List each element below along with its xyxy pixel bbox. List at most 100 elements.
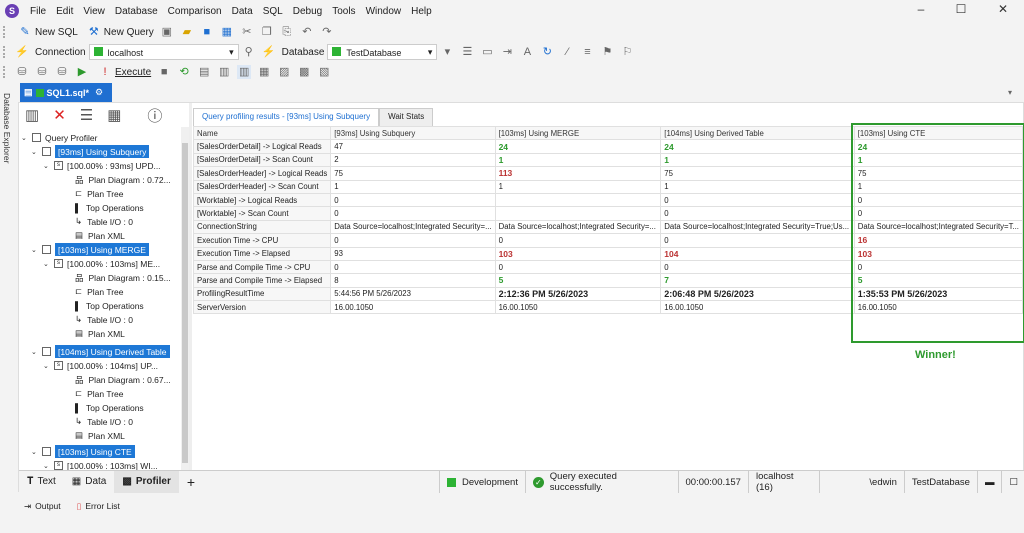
copy-icon[interactable]: ❐ <box>260 25 274 39</box>
chevron-down-icon[interactable]: ⌄ <box>43 362 51 370</box>
tree-group[interactable]: ⌄ [93ms] Using Subquery <box>31 145 150 158</box>
refresh-icon[interactable]: ↻ <box>540 45 554 59</box>
save-all-icon[interactable]: ▦ <box>220 25 234 39</box>
save-plan-icon[interactable]: ▥ <box>25 106 39 124</box>
cell[interactable]: 47 <box>330 139 496 154</box>
bookmark-icon[interactable]: ⚑ <box>600 45 614 59</box>
cell[interactable]: 2 <box>330 152 496 168</box>
cell[interactable]: [SalesOrderHeader] -> Scan Count <box>192 179 332 194</box>
cell[interactable] <box>494 192 662 208</box>
cell[interactable]: [Worktable] -> Logical Reads <box>192 192 332 208</box>
chevron-down-icon[interactable]: ⌄ <box>31 348 39 356</box>
cell[interactable]: Data Source=localhost;Integrated Securit… <box>660 219 855 235</box>
maximize-panel-icon[interactable]: ☐ <box>1001 471 1024 493</box>
plan-icon[interactable]: ▤ <box>197 65 211 79</box>
cell[interactable]: ProfilingResultTime <box>192 286 332 302</box>
tree-item[interactable]: ▌ Top Operations <box>75 299 144 312</box>
tree-query[interactable]: ⌄ s [100.00% : 104ms] UP... <box>43 359 158 372</box>
cell[interactable]: 8 <box>330 273 496 288</box>
cell[interactable]: 0 <box>660 233 855 248</box>
tree-root[interactable]: ⌄ Query Profiler <box>21 131 97 144</box>
tree-item[interactable]: ↳ Table I/O : 0 <box>75 313 133 326</box>
align-icon[interactable]: ≡ <box>580 45 594 59</box>
cell[interactable]: Data Source=localhost;Integrated Securit… <box>494 219 662 235</box>
chevron-down-icon[interactable]: ▾ <box>1008 88 1012 97</box>
profiler-active-icon[interactable]: ▥ <box>237 65 252 79</box>
stop-icon[interactable]: ■ <box>157 65 171 79</box>
tree-scrollbar[interactable] <box>181 127 189 470</box>
cell[interactable]: 0 <box>330 192 496 208</box>
tree-item[interactable]: 品 Plan Diagram : 0.15... <box>75 271 171 284</box>
panel-splitter[interactable] <box>189 103 192 470</box>
new-file-icon[interactable]: ▣ <box>160 25 174 39</box>
cell[interactable]: 0 <box>660 259 855 275</box>
cell[interactable]: 75 <box>660 166 855 181</box>
cell[interactable]: Data Source=localhost;Integrated Securit… <box>330 219 496 235</box>
tree-item[interactable]: 品 Plan Diagram : 0.72... <box>75 173 171 186</box>
tree-query[interactable]: ⌄ s [100.00% : 103ms] ME... <box>43 257 160 270</box>
image-icon[interactable]: ▨ <box>277 65 291 79</box>
menu-data[interactable]: Data <box>227 6 258 17</box>
cell[interactable]: [Worktable] -> Scan Count <box>192 206 332 221</box>
cell[interactable]: 0 <box>330 206 496 221</box>
grid-header-subquery[interactable]: [93ms] Using Subquery <box>330 125 496 141</box>
tab-profiling-results[interactable]: Query profiling results - [93ms] Using S… <box>193 108 380 126</box>
tree-group[interactable]: ⌄ [104ms] Using Derived Table <box>31 345 170 358</box>
cut-icon[interactable]: ✂ <box>240 25 254 39</box>
chart-icon[interactable]: ▩ <box>297 65 311 79</box>
output-button[interactable]: ⇥ Output <box>24 501 61 512</box>
grid-header-name[interactable]: Name <box>192 125 332 141</box>
cell[interactable]: 1 <box>494 179 662 194</box>
new-sql-button[interactable]: ✎ New SQL <box>12 23 81 41</box>
cell[interactable]: 1 <box>660 179 855 194</box>
menu-window[interactable]: Window <box>361 6 407 17</box>
tree-item[interactable]: ▤ Plan XML <box>75 327 125 340</box>
cell[interactable]: 0 <box>660 206 855 221</box>
cell[interactable]: 113 <box>494 166 662 181</box>
cell[interactable]: 16.00.1050 <box>660 300 855 315</box>
database-icon[interactable]: ⛁ <box>15 65 29 79</box>
cell[interactable]: 0 <box>494 259 662 275</box>
tree-item[interactable]: ▌ Top Operations <box>75 201 144 214</box>
undo-icon[interactable]: ↶ <box>300 25 314 39</box>
cell[interactable]: [SalesOrderDetail] -> Scan Count <box>192 152 332 168</box>
cell[interactable]: Parse and Compile Time -> CPU <box>192 259 332 275</box>
cell[interactable]: ConnectionString <box>192 219 332 235</box>
disconnect-icon[interactable]: ⚲ <box>242 45 256 59</box>
cell[interactable]: 1 <box>330 179 496 194</box>
cell[interactable]: Execution Time -> Elapsed <box>192 246 332 261</box>
tree-item[interactable]: ↳ Table I/O : 0 <box>75 215 133 228</box>
tree-item[interactable]: ▌ Top Operations <box>75 401 144 414</box>
cell[interactable]: 0 <box>330 233 496 248</box>
paste-icon[interactable]: ⎘ <box>280 25 294 39</box>
next-bookmark-icon[interactable]: ⚐ <box>620 45 634 59</box>
tree-query[interactable]: ⌄ s [100.00% : 103ms] WI... <box>43 459 158 470</box>
tab-data[interactable]: ▦ Data <box>64 471 115 493</box>
comment-icon[interactable]: ⁄ <box>560 45 574 59</box>
redo-icon[interactable]: ↷ <box>320 25 334 39</box>
cell[interactable]: 0 <box>494 233 662 248</box>
database-add-icon[interactable]: ⛁ <box>55 65 69 79</box>
database-select[interactable]: TestDatabase ▾ <box>327 44 438 60</box>
format-icon[interactable]: ☰ <box>460 45 474 59</box>
cell[interactable]: 7 <box>660 273 855 288</box>
grid-icon[interactable]: ▦ <box>257 65 271 79</box>
cell[interactable]: ServerVersion <box>192 300 332 315</box>
menu-edit[interactable]: Edit <box>51 6 78 17</box>
database-explorer-strip[interactable]: Database Explorer <box>0 83 18 493</box>
cell[interactable]: 1 <box>494 152 662 168</box>
cell[interactable]: 24 <box>494 139 662 154</box>
cell[interactable]: [SalesOrderHeader] -> Logical Reads <box>192 166 332 181</box>
menu-debug[interactable]: Debug <box>288 6 327 17</box>
chevron-down-icon[interactable]: ⌄ <box>43 462 51 470</box>
cell[interactable]: 16.00.1050 <box>494 300 662 315</box>
tree-item[interactable]: ▤ Plan XML <box>75 229 125 242</box>
close-icon[interactable]: ✕ <box>990 2 1016 16</box>
menu-help[interactable]: Help <box>406 6 437 17</box>
profiler-icon[interactable]: ▥ <box>217 65 231 79</box>
tree-item[interactable]: 品 Plan Diagram : 0.67... <box>75 373 171 386</box>
cell[interactable]: 2:06:48 PM 5/26/2023 <box>660 286 855 302</box>
menu-comparison[interactable]: Comparison <box>163 6 227 17</box>
menu-file[interactable]: File <box>25 6 51 17</box>
tree-query[interactable]: ⌄ s [100.00% : 93ms] UPD... <box>43 159 161 172</box>
